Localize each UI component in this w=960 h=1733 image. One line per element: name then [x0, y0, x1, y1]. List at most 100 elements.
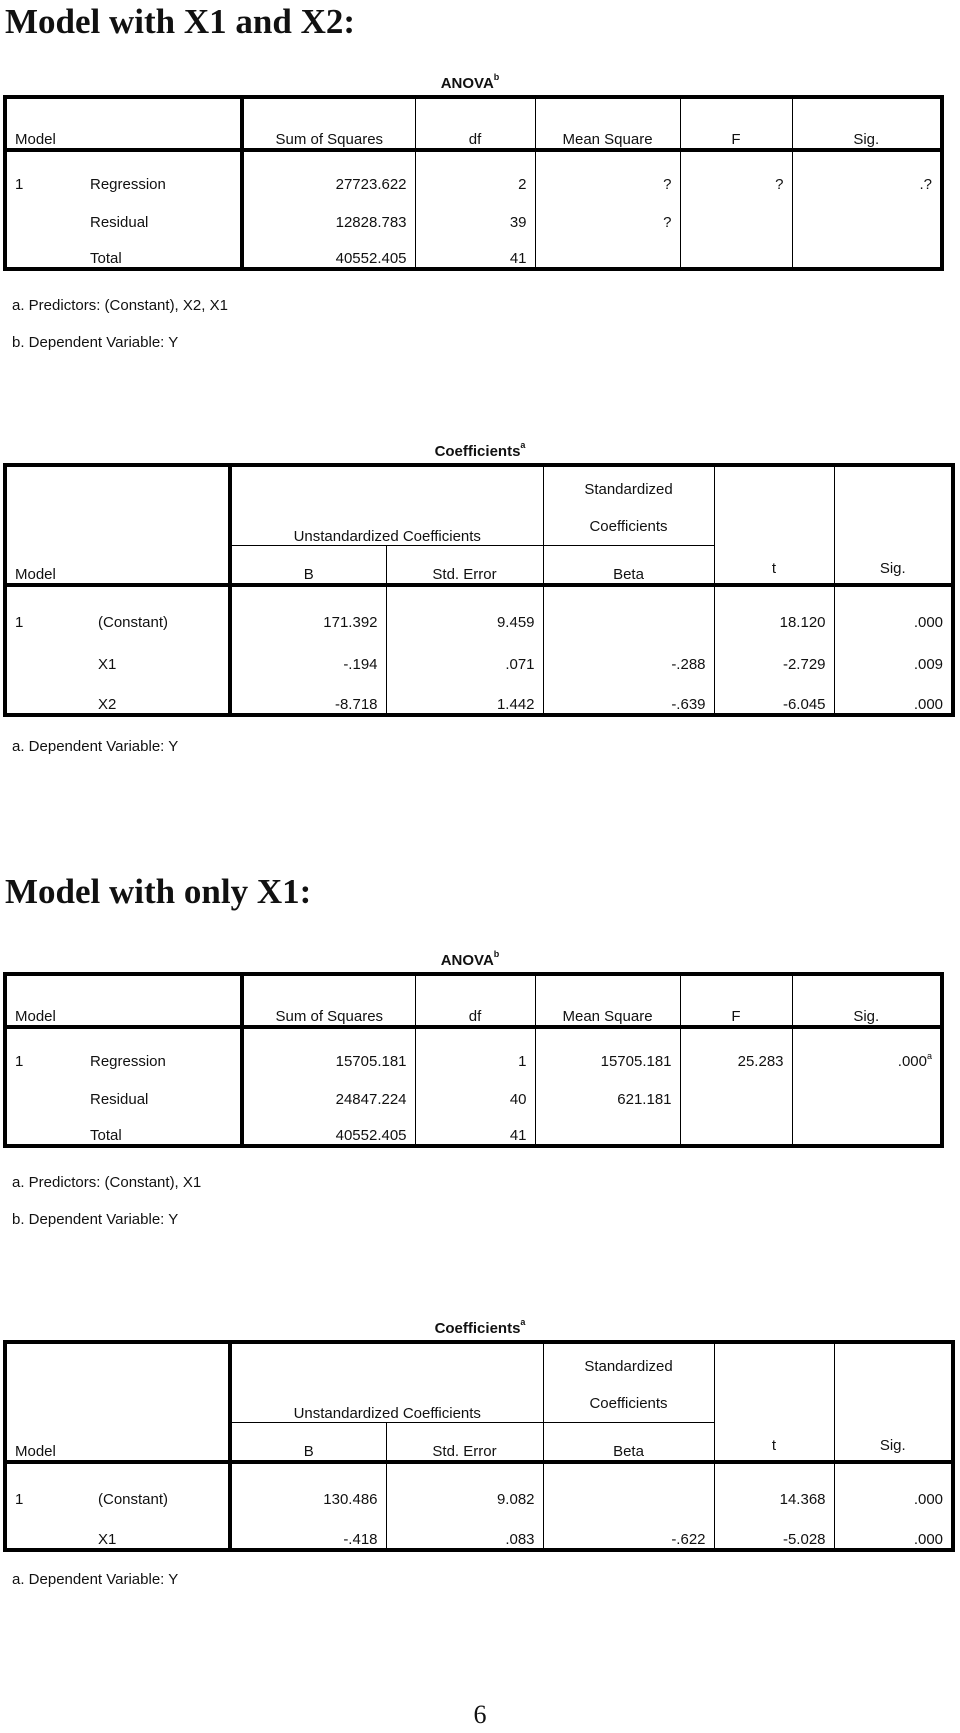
- cell-f: [679, 1070, 793, 1108]
- cell-t: -5.028: [713, 1508, 835, 1550]
- col-header-sig: Sig.: [791, 974, 943, 1029]
- cell-df: 40: [414, 1070, 536, 1108]
- cell-std-error: 1.442: [385, 673, 544, 715]
- col-header-b: B: [228, 545, 387, 587]
- standardized-label: Standardized: [584, 480, 673, 498]
- cell-ss: 15705.181: [240, 1027, 416, 1070]
- cell-sig: .000: [833, 1508, 954, 1550]
- table-group-header-row: Model Unstandardized Coefficients Standa…: [5, 465, 954, 587]
- col-header-model: Model: [5, 1342, 231, 1464]
- cell-df: 1: [414, 1027, 536, 1070]
- cell-ms: 621.181: [534, 1070, 681, 1108]
- col-header-ss: Sum of Squares: [240, 974, 416, 1029]
- cell-df: 39: [414, 193, 536, 231]
- cell-model: [5, 673, 90, 715]
- cell-ss: 12828.783: [240, 193, 416, 231]
- cell-b: -8.718: [228, 673, 387, 715]
- cell-beta: -.622: [542, 1508, 715, 1550]
- caption-text: ANOVA: [440, 75, 494, 92]
- cell-b: -.418: [228, 1508, 387, 1550]
- cell-f: 25.283: [679, 1027, 793, 1070]
- group-header-standardized: Standardized Coefficients: [542, 465, 715, 546]
- table-footnote: b. Dependent Variable: Y: [12, 334, 179, 351]
- cell-sig: [791, 231, 943, 269]
- cell-model: 1: [15, 1491, 24, 1508]
- cell-b: 130.486: [228, 1462, 387, 1508]
- cell-sig: .?: [791, 150, 943, 193]
- cell-b: -.194: [228, 631, 387, 673]
- cell-ss: 27723.622: [240, 150, 416, 193]
- col-header-std-error: Std. Error: [385, 1422, 544, 1464]
- cell-ms: ?: [534, 193, 681, 231]
- cell-model: [5, 1070, 82, 1108]
- table-row: X2 -8.718 1.442 -.639 -6.045 .000: [5, 673, 954, 715]
- col-header-model: Model: [5, 97, 243, 152]
- col-header-model: Model: [5, 465, 231, 587]
- caption-text: ANOVA: [440, 952, 494, 969]
- table-caption: ANOVAb: [0, 72, 940, 92]
- cell-t: 14.368: [713, 1462, 835, 1508]
- col-header-df: df: [414, 97, 536, 152]
- cell-t: -6.045: [713, 673, 835, 715]
- section-heading: Model with X1 and X2:: [5, 2, 356, 41]
- cell-f: [679, 231, 793, 269]
- cell-df: 2: [414, 150, 536, 193]
- col-header-f: F: [679, 974, 793, 1029]
- cell-ss: 40552.405: [240, 1108, 416, 1146]
- cell-ss: 40552.405: [240, 231, 416, 269]
- cell-beta: -.639: [542, 673, 715, 715]
- cell-b: 171.392: [228, 585, 387, 631]
- cell-sig: [791, 193, 943, 231]
- col-header-model: Model: [5, 974, 243, 1029]
- col-header-b: B: [228, 1422, 387, 1464]
- table-header-row: Model Sum of Squares df Mean Square F Si…: [5, 974, 943, 1029]
- coefficients-table: Model Unstandardized Coefficients Standa…: [3, 1340, 956, 1552]
- cell-sig: .000: [833, 585, 954, 631]
- cell-t: 18.120: [713, 585, 835, 631]
- cell-beta: [542, 1462, 715, 1508]
- cell-ms: [534, 231, 681, 269]
- cell-sig: .000a: [791, 1027, 943, 1070]
- table-row: 1 (Constant) 171.392 9.459 18.120 .000: [5, 585, 954, 631]
- cell-f: ?: [679, 150, 793, 193]
- cell-sig: .000: [833, 1462, 954, 1508]
- table-footnote: a. Dependent Variable: Y: [12, 738, 179, 755]
- cell-sig: .009: [833, 631, 954, 673]
- cell-term: Total: [90, 250, 122, 267]
- anova-table: Model Sum of Squares df Mean Square F Si…: [3, 95, 945, 271]
- cell-std-error: .083: [385, 1508, 544, 1550]
- col-header-sig: Sig.: [791, 97, 943, 152]
- col-header-t: t: [713, 1342, 835, 1464]
- cell-f: [679, 193, 793, 231]
- sig-value: .?: [919, 176, 933, 193]
- table-row: Residual 24847.224 40 621.181: [5, 1070, 943, 1108]
- cell-model: 1: [15, 614, 24, 631]
- cell-term: Residual: [90, 1091, 149, 1108]
- caption-footnote-marker: a: [520, 440, 526, 450]
- cell-t: -2.729: [713, 631, 835, 673]
- cell-f: [679, 1108, 793, 1146]
- cell-sig: .000: [833, 673, 954, 715]
- cell-term: X2: [98, 696, 117, 713]
- cell-beta: [542, 585, 715, 631]
- col-header-df: df: [414, 974, 536, 1029]
- coefficients-label: Coefficients: [589, 1394, 668, 1412]
- cell-ss: 24847.224: [240, 1070, 416, 1108]
- table-row: Total 40552.405 41: [5, 231, 943, 269]
- col-header-ms: Mean Square: [534, 97, 681, 152]
- cell-term: X1: [98, 1531, 117, 1548]
- caption-text: Coefficients: [434, 1320, 521, 1337]
- cell-beta: -.288: [542, 631, 715, 673]
- coefficients-label: Coefficients: [589, 517, 668, 535]
- group-header-unstandardized: Unstandardized Coefficients: [228, 465, 544, 546]
- anova-table: Model Sum of Squares df Mean Square F Si…: [3, 972, 945, 1148]
- table-footnote: b. Dependent Variable: Y: [12, 1211, 179, 1228]
- cell-std-error: .071: [385, 631, 544, 673]
- table-footnote: a. Predictors: (Constant), X1: [12, 1174, 202, 1191]
- sig-value: .000: [897, 1053, 927, 1070]
- cell-model: 1: [15, 1053, 24, 1070]
- cell-ms: 15705.181: [534, 1027, 681, 1070]
- table-row: 1 Regression 15705.181 1 15705.181 25.28…: [5, 1027, 943, 1070]
- group-header-unstandardized: Unstandardized Coefficients: [228, 1342, 544, 1423]
- table-footnote: a. Predictors: (Constant), X2, X1: [12, 297, 228, 314]
